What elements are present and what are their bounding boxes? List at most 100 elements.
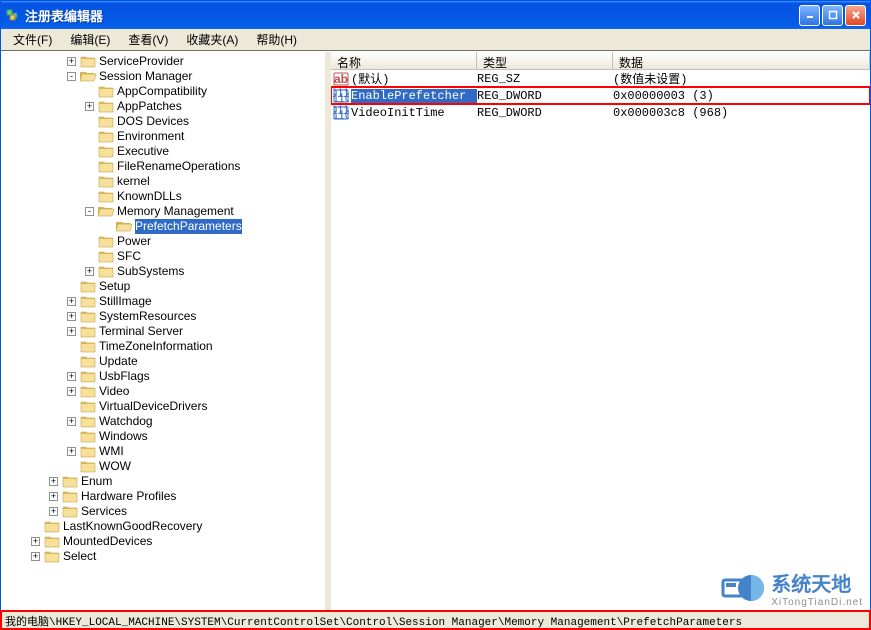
tree-node-video[interactable]: + Video [7,384,325,399]
folder-icon [80,325,96,338]
list-body[interactable]: ab(默认)REG_SZ(数值未设置)011110EnablePrefetche… [331,70,870,611]
folder-open-icon [98,205,114,218]
tree-label: TimeZoneInformation [99,339,213,354]
tree-node-appcompatibility[interactable]: AppCompatibility [7,84,325,99]
tree-toggle[interactable]: + [49,507,58,516]
folder-icon [80,280,96,293]
tree-node-enum[interactable]: +Enum [7,474,325,489]
tree-node-session-manager[interactable]: -Session Manager [7,69,325,84]
title-bar[interactable]: 注册表编辑器 [1,1,870,29]
tree-toggle[interactable]: - [67,72,76,81]
tree-node-usbflags[interactable]: +UsbFlags [7,369,325,384]
tree-node-hardware-profiles[interactable]: +Hardware Profiles [7,489,325,504]
maximize-button[interactable] [822,5,843,26]
tree-node-apppatches[interactable]: + AppPatches [7,99,325,114]
menu-file[interactable]: 文件(F) [5,29,60,50]
tree-toggle[interactable]: - [85,207,94,216]
tree-node-update[interactable]: Update [7,354,325,369]
tree-node-mounteddevices[interactable]: + MountedDevices [7,534,325,549]
value-row[interactable]: ab(默认)REG_SZ(数值未设置) [331,70,870,87]
folder-icon [98,115,114,128]
tree-node-power[interactable]: Power [7,234,325,249]
tree-label: Watchdog [99,414,153,429]
tree-toggle[interactable]: + [67,417,76,426]
col-type[interactable]: 类型 [477,52,613,69]
menu-view[interactable]: 查看(V) [120,29,176,50]
menu-favorites[interactable]: 收藏夹(A) [178,29,246,50]
tree-node-select[interactable]: +Select [7,549,325,564]
folder-icon [98,235,114,248]
main-area: +ServiceProvider-Session ManagerAppCompa… [1,51,870,611]
tree-toggle[interactable]: + [31,537,40,546]
tree-label: kernel [117,174,150,189]
tree-toggle[interactable]: + [67,297,76,306]
tree-label: WOW [99,459,131,474]
value-data: 0x00000003 (3) [613,89,870,103]
tree-label: Windows [99,429,148,444]
tree-toggle[interactable]: + [67,387,76,396]
dword-value-icon: 011110 [333,88,349,104]
tree-node-memory-management[interactable]: - Memory Management [7,204,325,219]
value-name: EnablePrefetcher [351,89,477,103]
value-name: (默认) [351,70,477,87]
folder-icon [44,520,60,533]
value-row[interactable]: 011110VideoInitTimeREG_DWORD0x000003c8 (… [331,104,870,121]
menu-edit[interactable]: 编辑(E) [62,29,118,50]
tree-label: MountedDevices [63,534,152,549]
tree-toggle[interactable]: + [49,492,58,501]
tree-toggle[interactable]: + [85,102,94,111]
value-row[interactable]: 011110EnablePrefetcherREG_DWORD0x0000000… [331,87,870,104]
tree-label: Update [99,354,138,369]
col-name[interactable]: 名称 [331,52,477,69]
tree-node-sfc[interactable]: SFC [7,249,325,264]
tree-node-stillimage[interactable]: +StillImage [7,294,325,309]
tree-node-prefetchparameters[interactable]: PrefetchParameters [7,219,325,234]
tree-label: SubSystems [117,264,184,279]
tree-toggle[interactable]: + [49,477,58,486]
folder-icon [98,160,114,173]
tree-toggle[interactable]: + [85,267,94,276]
menu-help[interactable]: 帮助(H) [248,29,305,50]
tree-node-lastknowngoodrecovery[interactable]: LastKnownGoodRecovery [7,519,325,534]
tree-pane[interactable]: +ServiceProvider-Session ManagerAppCompa… [1,52,327,611]
folder-icon [62,490,78,503]
tree-toggle[interactable]: + [67,312,76,321]
close-button[interactable] [845,5,866,26]
tree-toggle[interactable]: + [67,447,76,456]
tree-node-executive[interactable]: Executive [7,144,325,159]
tree-node-environment[interactable]: Environment [7,129,325,144]
tree-label: Memory Management [117,204,234,219]
tree-node-setup[interactable]: Setup [7,279,325,294]
tree-node-timezoneinformation[interactable]: TimeZoneInformation [7,339,325,354]
folder-icon [80,340,96,353]
folder-icon [98,190,114,203]
tree-node-serviceprovider[interactable]: +ServiceProvider [7,54,325,69]
value-type: REG_DWORD [477,106,613,120]
tree-node-filerenameoperations[interactable]: FileRenameOperations [7,159,325,174]
tree-node-wow[interactable]: WOW [7,459,325,474]
tree-label: Video [99,384,129,399]
tree-node-kernel[interactable]: kernel [7,174,325,189]
tree-node-systemresources[interactable]: +SystemResources [7,309,325,324]
folder-icon [80,310,96,323]
tree-toggle[interactable]: + [67,372,76,381]
tree-node-watchdog[interactable]: + Watchdog [7,414,325,429]
col-data[interactable]: 数据 [613,52,870,69]
tree-node-services[interactable]: +Services [7,504,325,519]
tree-label: AppPatches [117,99,182,114]
tree-node-terminal-server[interactable]: +Terminal Server [7,324,325,339]
tree-label: Power [117,234,151,249]
tree-node-wmi[interactable]: +WMI [7,444,325,459]
tree-toggle[interactable]: + [31,552,40,561]
folder-icon [98,145,114,158]
folder-icon [98,175,114,188]
tree-toggle[interactable]: + [67,327,76,336]
tree-node-subsystems[interactable]: + SubSystems [7,264,325,279]
folder-icon [80,430,96,443]
tree-node-windows[interactable]: Windows [7,429,325,444]
tree-node-knowndlls[interactable]: KnownDLLs [7,189,325,204]
tree-toggle[interactable]: + [67,57,76,66]
minimize-button[interactable] [799,5,820,26]
tree-node-virtualdevicedrivers[interactable]: VirtualDeviceDrivers [7,399,325,414]
tree-node-dos-devices[interactable]: DOS Devices [7,114,325,129]
